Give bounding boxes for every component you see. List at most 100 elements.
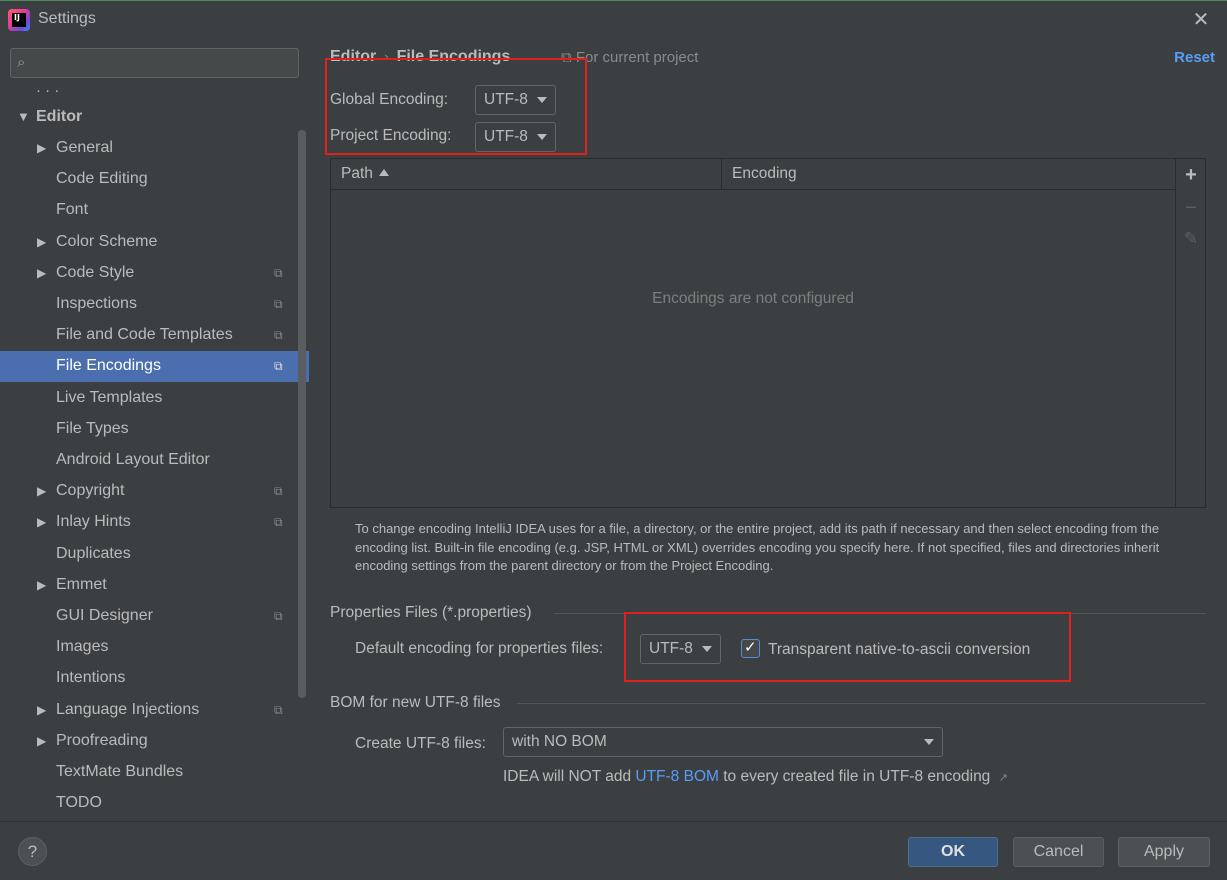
collapsed-arrow-icon[interactable]: ▶: [37, 235, 46, 249]
sidebar-item-emmet[interactable]: ▶ Emmet: [0, 570, 309, 601]
create-utf8-value: with NO BOM: [512, 733, 607, 750]
close-icon[interactable]: ✕: [1189, 8, 1213, 32]
title-bar: IJ Settings ✕: [0, 0, 1227, 38]
sidebar-item-inspections[interactable]: Inspections ⧉: [0, 289, 309, 320]
sidebar-item-file-types[interactable]: File Types: [0, 414, 309, 445]
search-icon: ⌕: [17, 54, 26, 71]
tree-node-editor[interactable]: ▼ Editor: [0, 106, 309, 130]
create-utf8-label: Create UTF-8 files:: [355, 735, 486, 752]
sidebar-item-label: Code Editing: [56, 170, 148, 187]
sidebar-item-intentions[interactable]: Intentions: [0, 663, 309, 694]
sidebar-item-color-scheme[interactable]: ▶ Color Scheme: [0, 227, 309, 258]
project-scope-icon: ⧉: [274, 266, 283, 280]
window-title: Settings: [38, 10, 96, 27]
collapsed-arrow-icon[interactable]: ▶: [37, 578, 46, 592]
sidebar-item-textmate-bundles[interactable]: TextMate Bundles: [0, 757, 309, 788]
sidebar-item-label: File and Code Templates: [56, 326, 233, 343]
sidebar-item-label: Live Templates: [56, 389, 163, 406]
project-scope-icon: ⧉: [274, 297, 283, 311]
help-icon[interactable]: ?: [18, 837, 47, 866]
sidebar-item-duplicates[interactable]: Duplicates: [0, 539, 309, 570]
sidebar-item-language-injections[interactable]: ▶ Language Injections ⧉: [0, 695, 309, 726]
collapsed-arrow-icon[interactable]: ▶: [37, 141, 46, 155]
encoding-help-text: To change encoding IntelliJ IDEA uses fo…: [355, 521, 1160, 573]
highlight-box-properties: [624, 612, 1071, 682]
bom-info-prefix: IDEA will NOT add: [503, 768, 632, 785]
settings-search-box[interactable]: ⌕: [10, 48, 299, 78]
settings-sidebar: ⌕ · · · ▼ Editor ▶ General Code Editing Fon…: [0, 38, 309, 821]
sidebar-item-label: Emmet: [56, 576, 107, 593]
utf8-bom-link[interactable]: UTF-8 BOM: [635, 768, 719, 785]
add-icon[interactable]: +: [1181, 165, 1201, 185]
reset-link[interactable]: Reset: [1174, 49, 1215, 66]
ok-button[interactable]: OK: [908, 837, 998, 867]
external-link-icon: ↗: [998, 772, 1008, 784]
path-encoding-table[interactable]: Path Encoding Encodings are not configur…: [330, 158, 1176, 508]
sidebar-item-label: Intentions: [56, 669, 126, 686]
sidebar-item-live-templates[interactable]: Live Templates: [0, 383, 309, 414]
sidebar-item-label: Language Injections: [56, 701, 200, 718]
sidebar-item-label: Proofreading: [56, 732, 148, 749]
sidebar-item-copyright[interactable]: ▶ Copyright ⧉: [0, 476, 309, 507]
sidebar-item-todo[interactable]: TODO: [0, 788, 309, 819]
sort-ascending-icon: [378, 169, 389, 176]
sidebar-item-label: Inlay Hints: [56, 513, 131, 530]
bom-info-text: IDEA will NOT add UTF-8 BOM to every cre…: [503, 768, 1008, 786]
collapsed-arrow-icon[interactable]: ▶: [37, 515, 46, 529]
sidebar-item-label: Copyright: [56, 482, 125, 499]
sidebar-item-label: Duplicates: [56, 545, 131, 562]
sidebar-item-label: File Types: [56, 420, 129, 437]
project-scope-icon: ⧉: [274, 515, 283, 529]
cancel-button[interactable]: Cancel: [1013, 837, 1104, 867]
dialog-footer: ? OK Cancel Apply: [0, 821, 1227, 880]
tree-node-editor-label: Editor: [36, 108, 83, 125]
sidebar-item-file-encodings[interactable]: File Encodings ⧉: [0, 351, 309, 382]
column-header-encoding[interactable]: Encoding: [722, 159, 1175, 190]
properties-section-title: Properties Files (*.properties): [330, 604, 532, 621]
project-scope-icon: ⧉: [274, 703, 283, 717]
sidebar-item-gui-designer[interactable]: GUI Designer ⧉: [0, 601, 309, 632]
expanded-arrow-icon[interactable]: ▼: [17, 109, 30, 124]
sidebar-item-label: Android Layout Editor: [56, 451, 210, 468]
clipped-tree-row: · · ·: [36, 82, 60, 92]
table-header: Path Encoding: [331, 159, 1175, 190]
column-header-path[interactable]: Path: [331, 159, 722, 190]
project-scope-icon: ⧉: [274, 328, 283, 342]
sidebar-item-font[interactable]: Font: [0, 195, 309, 226]
sidebar-item-inlay-hints[interactable]: ▶ Inlay Hints ⧉: [0, 507, 309, 538]
remove-icon[interactable]: −: [1181, 198, 1201, 218]
sidebar-item-images[interactable]: Images: [0, 632, 309, 663]
edit-icon[interactable]: ✎: [1181, 229, 1201, 249]
project-scope-icon: ⧉: [274, 609, 283, 623]
collapsed-arrow-icon[interactable]: ▶: [37, 266, 46, 280]
collapsed-arrow-icon[interactable]: ▶: [37, 734, 46, 748]
highlight-box-encodings: [325, 58, 587, 155]
sidebar-scrollbar[interactable]: [298, 130, 306, 698]
apply-button[interactable]: Apply: [1118, 837, 1210, 867]
sidebar-item-android-layout-editor[interactable]: Android Layout Editor: [0, 445, 309, 476]
sidebar-item-code-editing[interactable]: Code Editing: [0, 164, 309, 195]
collapsed-arrow-icon[interactable]: ▶: [37, 703, 46, 717]
for-current-project-label: For current project: [575, 49, 699, 66]
sidebar-item-proofreading[interactable]: ▶ Proofreading: [0, 726, 309, 757]
project-scope-icon: ⧉: [274, 359, 283, 373]
sidebar-item-label: TODO: [56, 794, 102, 811]
bom-info-suffix: to every created file in UTF-8 encoding: [723, 768, 991, 785]
sidebar-item-label: Code Style: [56, 264, 135, 281]
sidebar-item-label: Images: [56, 638, 109, 655]
sidebar-item-general[interactable]: ▶ General: [0, 133, 309, 164]
settings-search-input[interactable]: [41, 52, 291, 74]
sidebar-item-label: Color Scheme: [56, 233, 158, 250]
sidebar-item-file-and-code-templates[interactable]: File and Code Templates ⧉: [0, 320, 309, 351]
sidebar-item-label: Font: [56, 201, 89, 218]
chevron-down-icon: [924, 739, 934, 745]
properties-default-label: Default encoding for properties files:: [355, 640, 604, 657]
sidebar-item-code-style[interactable]: ▶ Code Style ⧉: [0, 258, 309, 289]
bom-section-title: BOM for new UTF-8 files: [330, 694, 501, 711]
create-utf8-combo[interactable]: with NO BOM: [503, 727, 943, 757]
collapsed-arrow-icon[interactable]: ▶: [37, 484, 46, 498]
table-toolbar: + − ✎: [1176, 158, 1206, 508]
sidebar-item-label: TextMate Bundles: [56, 763, 184, 780]
sidebar-item-label: File Encodings: [56, 357, 161, 374]
table-empty-text: Encodings are not configured: [652, 290, 854, 307]
